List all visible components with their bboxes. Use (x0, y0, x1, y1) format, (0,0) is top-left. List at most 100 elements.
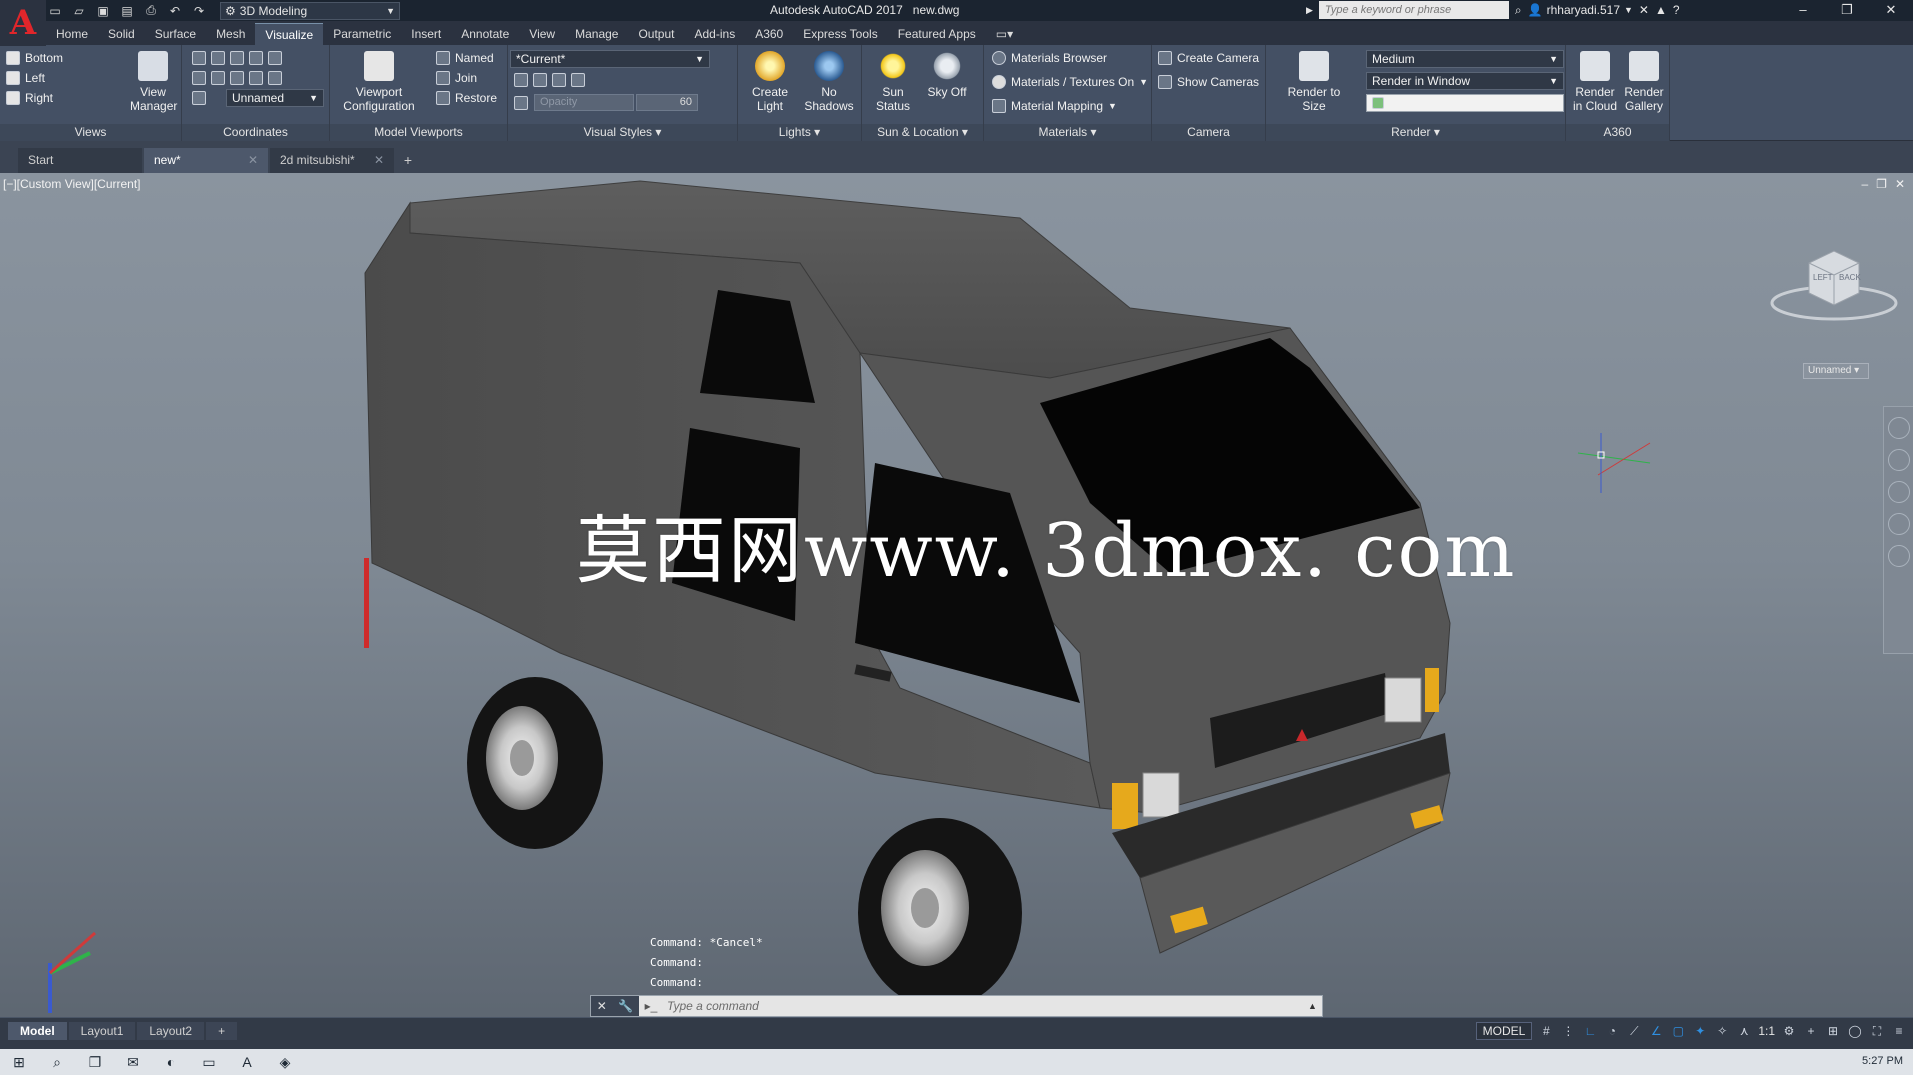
annotation-visibility-icon[interactable]: ✦ (1692, 1023, 1708, 1039)
render-output-dropdown[interactable]: Render in Window ▼ (1366, 72, 1564, 90)
visual-styles-panel-title[interactable]: Visual Styles ▾ (508, 124, 737, 141)
lights-panel-title[interactable]: Lights ▾ (738, 124, 861, 141)
chevron-up-icon[interactable]: ▲ (1308, 1001, 1322, 1011)
sun-location-panel-title[interactable]: Sun & Location ▾ (862, 124, 983, 141)
close-button[interactable]: ✕ (1869, 0, 1913, 21)
add-icon[interactable]: + (1803, 1023, 1819, 1039)
tab-annotate[interactable]: Annotate (451, 23, 519, 45)
view-bottom[interactable]: Bottom (6, 51, 63, 65)
wrench-icon[interactable]: 🔧 (618, 999, 633, 1013)
autodesk-icon[interactable]: ▲ (1655, 3, 1667, 17)
isodraft-icon[interactable]: ⟋ (1626, 1023, 1642, 1039)
workspace-dropdown[interactable]: ⚙ 3D Modeling ▼ (220, 1, 400, 20)
material-mapping-button[interactable]: Material Mapping ▼ (992, 99, 1117, 113)
polar-icon[interactable]: ◔ (1604, 1023, 1620, 1039)
materials-browser-button[interactable]: Materials Browser (992, 51, 1107, 65)
join-button[interactable]: Join (436, 71, 477, 85)
view-right[interactable]: Right (6, 91, 53, 105)
drawing-viewport[interactable]: [−][Custom View][Current] – ❐ ✕ 莫西网www. … (0, 173, 1913, 1026)
ucs-view-icon[interactable] (192, 91, 206, 105)
xray-icon[interactable] (552, 73, 566, 87)
search-icon[interactable]: ⌕ (38, 1049, 76, 1075)
pan-icon[interactable] (1887, 449, 1910, 471)
file-tab[interactable]: Start (18, 148, 142, 173)
new-tab-button[interactable]: + (396, 148, 420, 173)
user-account[interactable]: 👤 rhharyadi.517 ▼ (1528, 3, 1633, 17)
auto-scale-icon[interactable]: ✧ (1714, 1023, 1730, 1039)
tab-solid[interactable]: Solid (98, 23, 145, 45)
view-cube[interactable]: LEFT BACK (1769, 243, 1899, 326)
app-taskbar-icon[interactable]: ◈ (266, 1049, 304, 1075)
isolate-icon[interactable]: ◯ (1847, 1023, 1863, 1039)
tab-output[interactable]: Output (628, 23, 684, 45)
ucs-face-icon[interactable] (249, 71, 263, 85)
render-panel-title[interactable]: Render ▾ (1266, 124, 1565, 141)
opacity-slider[interactable]: Opacity (534, 94, 634, 111)
object-snap-tracking-icon[interactable]: ∠ (1648, 1023, 1664, 1039)
grid-icon[interactable]: # (1538, 1023, 1554, 1039)
show-cameras-button[interactable]: Show Cameras (1158, 75, 1259, 89)
object-snap-icon[interactable]: ▢ (1670, 1023, 1686, 1039)
create-camera-button[interactable]: Create Camera (1158, 51, 1259, 65)
view-left[interactable]: Left (6, 71, 45, 85)
render-output-path[interactable] (1366, 94, 1564, 112)
sun-status-button[interactable]: Sun Status (868, 51, 918, 113)
search-input[interactable]: Type a keyword or phrase (1318, 1, 1509, 19)
tab-mesh[interactable]: Mesh (206, 23, 255, 45)
ucs-y-icon[interactable] (230, 71, 244, 85)
exchange-icon[interactable]: ✕ (1639, 3, 1649, 17)
view-cube-back-face[interactable]: BACK (1839, 273, 1861, 282)
ucs-z-icon[interactable] (268, 51, 282, 65)
tab-express-tools[interactable]: Express Tools (793, 23, 887, 45)
redo-icon[interactable]: ↷ (190, 3, 208, 19)
save-as-icon[interactable]: ▤ (118, 3, 136, 19)
ucs-icon[interactable] (192, 51, 206, 65)
units-icon[interactable]: ⊞ (1825, 1023, 1841, 1039)
ucs-previous-icon[interactable] (230, 51, 244, 65)
customize-menu-icon[interactable]: ≡ (1891, 1023, 1907, 1039)
ucs-3point-icon[interactable] (192, 71, 206, 85)
no-shadows-button[interactable]: No Shadows (800, 51, 858, 113)
fullscreen-icon[interactable]: ⛶ (1869, 1023, 1885, 1039)
help-icon[interactable]: ? (1673, 3, 1680, 17)
print-icon[interactable]: ⎙ (142, 3, 160, 19)
layout-tab-model[interactable]: Model (8, 1022, 67, 1040)
mail-icon[interactable]: ✉ (114, 1049, 152, 1075)
ucs-menu-dropdown[interactable]: Unnamed ▾ (1803, 363, 1869, 379)
tab-surface[interactable]: Surface (145, 23, 206, 45)
minimize-button[interactable]: – (1781, 0, 1825, 21)
workspace-gear-icon[interactable]: ⚙ (1781, 1023, 1797, 1039)
new-file-icon[interactable]: ▭ (46, 3, 64, 19)
tab-a360[interactable]: A360 (745, 23, 793, 45)
file-tab[interactable]: 2d mitsubishi* ✕ (270, 148, 394, 173)
autocad-taskbar-icon[interactable]: A (228, 1049, 266, 1075)
render-preset-dropdown[interactable]: Medium ▼ (1366, 50, 1564, 68)
sky-off-button[interactable]: Sky Off (920, 51, 974, 99)
materials-panel-title[interactable]: Materials ▾ (984, 124, 1151, 141)
visual-style-dropdown[interactable]: *Current* ▼ (510, 50, 710, 68)
ucs-origin-icon[interactable] (249, 51, 263, 65)
tab-home[interactable]: Home (46, 23, 98, 45)
zoom-icon[interactable] (1887, 481, 1910, 503)
add-layout-button[interactable]: + (206, 1022, 238, 1040)
shadow-display-icon[interactable] (571, 73, 585, 87)
open-file-icon[interactable]: ▱ (70, 3, 88, 19)
layout-tab-layout1[interactable]: Layout1 (68, 1022, 136, 1040)
file-explorer-icon[interactable]: ▭ (190, 1049, 228, 1075)
restore-button[interactable]: ❐ (1825, 0, 1869, 21)
ribbon-options-icon[interactable]: ▭▾ (986, 23, 1023, 45)
ucs-object-icon[interactable] (268, 71, 282, 85)
application-menu-button[interactable]: A (0, 0, 46, 46)
model-space-button[interactable]: MODEL (1475, 1022, 1533, 1040)
render-to-size-button[interactable]: Render to Size (1276, 51, 1352, 113)
annotation-scale-value[interactable]: 1:1 (1758, 1024, 1775, 1038)
annotation-scale-icon[interactable]: ⋏ (1736, 1023, 1752, 1039)
render-in-cloud-button[interactable]: Render in Cloud (1570, 51, 1620, 113)
tab-view[interactable]: View (519, 23, 565, 45)
named-viewports-button[interactable]: Named (436, 51, 494, 65)
tab-insert[interactable]: Insert (401, 23, 451, 45)
tab-featured-apps[interactable]: Featured Apps (888, 23, 986, 45)
ortho-icon[interactable]: ∟ (1582, 1023, 1598, 1039)
command-prompt-icon[interactable]: ▸_ (639, 999, 663, 1013)
edge-mode-icon[interactable] (514, 73, 528, 87)
